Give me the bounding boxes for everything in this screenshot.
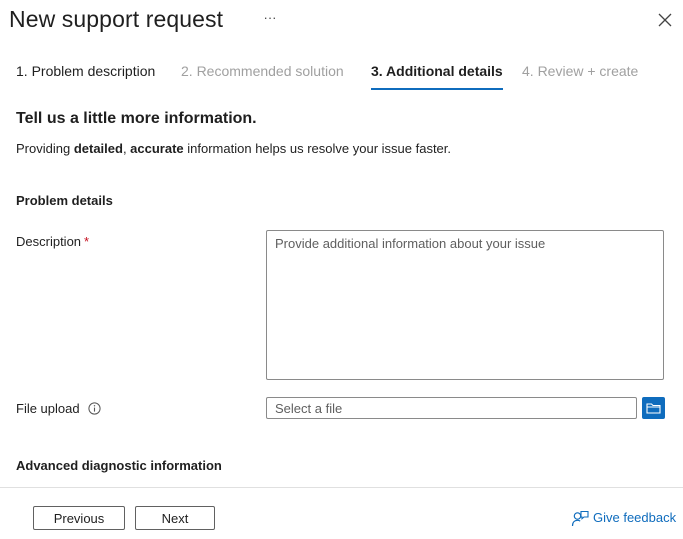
browse-file-button[interactable] (642, 397, 665, 419)
close-button[interactable] (656, 11, 674, 29)
required-indicator: * (84, 234, 90, 249)
footer-divider (0, 487, 683, 488)
problem-details-heading: Problem details (16, 193, 113, 208)
tab-problem-description[interactable]: 1. Problem description (16, 60, 155, 88)
intro-text: Providing detailed, accurate information… (16, 141, 452, 156)
close-icon (658, 13, 672, 27)
tab-additional-details[interactable]: 3. Additional details (371, 60, 503, 90)
folder-icon (646, 403, 661, 414)
tab-recommended-solution[interactable]: 2. Recommended solution (181, 60, 344, 88)
next-button[interactable]: Next (135, 506, 215, 530)
file-upload-input[interactable] (266, 397, 637, 419)
info-icon[interactable] (88, 402, 101, 415)
previous-button[interactable]: Previous (33, 506, 125, 530)
tab-review-create[interactable]: 4. Review + create (522, 60, 638, 88)
wizard-tabs: 1. Problem description 2. Recommended so… (0, 60, 683, 90)
person-feedback-icon (571, 510, 589, 527)
more-horizontal-icon: ··· (263, 10, 277, 25)
more-options-button[interactable]: ··· (262, 10, 278, 26)
page-title: New support request (9, 6, 224, 32)
description-label: Description * (16, 234, 90, 249)
advanced-diagnostic-heading: Advanced diagnostic information (16, 458, 222, 473)
section-heading: Tell us a little more information. (16, 110, 257, 127)
description-input[interactable] (266, 230, 664, 380)
file-upload-label: File upload (16, 401, 80, 416)
give-feedback-label: Give feedback (593, 510, 677, 525)
